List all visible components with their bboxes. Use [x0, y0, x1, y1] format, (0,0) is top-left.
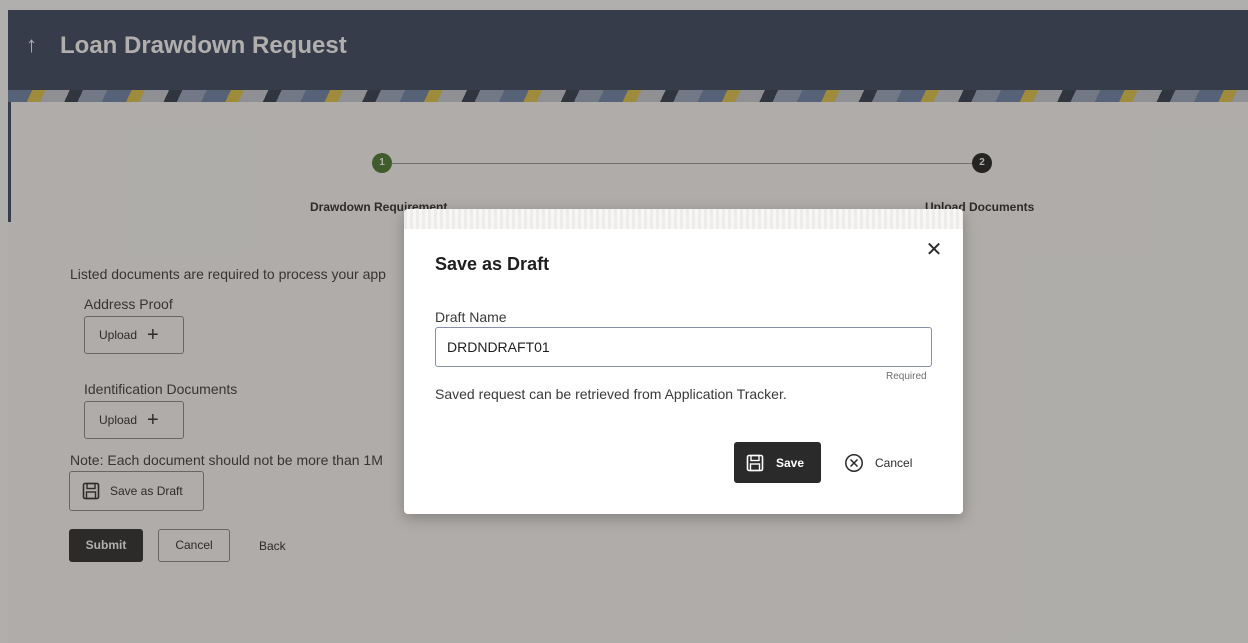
draft-name-label: Draft Name: [435, 309, 507, 325]
dialog-title: Save as Draft: [435, 254, 550, 274]
draft-name-input[interactable]: [435, 327, 932, 367]
dialog-cancel-label: Cancel: [875, 455, 913, 470]
floppy-disk-icon: [746, 454, 764, 471]
circle-x-icon: [845, 453, 863, 472]
required-indicator: Required: [886, 371, 927, 382]
dialog-header-band: [404, 209, 963, 229]
close-icon[interactable]: ✕: [923, 239, 945, 261]
save-as-draft-dialog: Save as Draft ✕ Draft Name Required Save…: [404, 209, 963, 514]
save-button[interactable]: Save: [734, 442, 821, 483]
draft-hint-text: Saved request can be retrieved from Appl…: [435, 386, 787, 402]
dialog-cancel-button[interactable]: Cancel: [844, 442, 934, 483]
save-label: Save: [776, 455, 805, 470]
